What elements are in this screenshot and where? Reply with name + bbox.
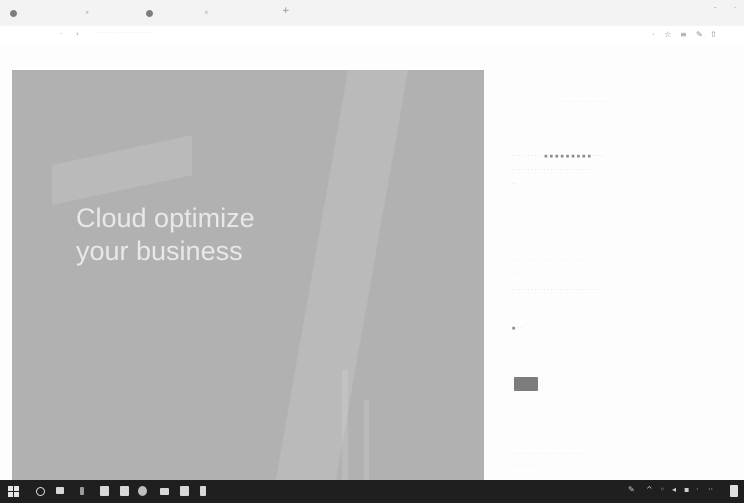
panel-submit-button[interactable] (514, 377, 538, 391)
language-icon[interactable]: · (696, 485, 699, 494)
tray-overflow-icon[interactable]: ^ (646, 485, 653, 494)
browser-icon[interactable] (138, 486, 147, 496)
star-icon[interactable]: ☆ (664, 30, 671, 39)
url-field[interactable]: · · · · · · · · · · · · · · · · · · · (96, 31, 152, 35)
new-tab-button[interactable]: + (282, 6, 290, 16)
panel-paragraph-line-2: · · · · · · · · · · · · · · · · · · · · … (512, 168, 592, 172)
browser-tab-bar: · · · · · · × · · · · · · · · · · · · · … (0, 0, 744, 26)
notification-icon[interactable] (730, 485, 738, 497)
panel-subheading: · · (622, 112, 627, 116)
panel-paragraph-line-1: · · · · · · · · · · ■ ■ ■ ■ ■ ■ ■ ■ ■ · … (512, 154, 605, 158)
forward-icon[interactable]: › (76, 30, 79, 38)
hub-icon[interactable]: ≡ (680, 30, 687, 39)
browser-tab-1[interactable]: · · · · · · × (10, 6, 130, 20)
screenshot: · · · · · · × · · · · · · · · · · · · · … (0, 0, 744, 503)
browser-address-bar: · › · · · · · · · · · · · · · · · · · · … (0, 26, 744, 46)
reading-view-icon[interactable]: · (652, 30, 655, 39)
search-icon[interactable] (36, 487, 45, 496)
hero-title: Cloud optimize your business (76, 202, 336, 268)
panel-field-label-1: · · · · · · · · · · · · · · · · · · · · … (512, 258, 598, 262)
minimize-icon[interactable]: - (714, 4, 717, 12)
tab-title-placeholder: · · · · · · · · · · · · · · (159, 11, 199, 15)
volume-icon[interactable]: ◂ (672, 485, 676, 494)
pen-icon[interactable]: ✎ (628, 485, 635, 494)
network-icon[interactable]: ◦ (660, 485, 665, 494)
store-icon[interactable] (120, 486, 129, 496)
favicon-icon (146, 9, 153, 17)
signup-panel: · · · · · · · · · · · · · · · · · · · · … (496, 70, 732, 480)
back-icon[interactable]: · (60, 30, 62, 38)
hero-banner: Cloud optimize your business (12, 70, 484, 480)
panel-heading: · · · · · · · · · · · · · · · (562, 100, 609, 104)
windows-start-icon[interactable] (8, 486, 19, 497)
panel-option[interactable]: ■ · · (512, 326, 522, 330)
battery-icon[interactable]: ▪ (684, 485, 689, 494)
file-explorer-icon[interactable] (100, 486, 109, 496)
panel-footer-line-2: · · · · · · · (512, 464, 533, 468)
close-icon[interactable]: × (85, 10, 89, 16)
app-icon-2[interactable] (200, 486, 206, 496)
hero-title-line-2: your business (76, 236, 243, 266)
mail-icon[interactable] (160, 488, 169, 495)
favicon-icon (10, 9, 17, 17)
maximize-icon[interactable]: · (734, 4, 736, 12)
close-icon[interactable]: × (204, 10, 208, 16)
task-view-icon[interactable] (56, 487, 64, 494)
notes-icon[interactable]: ✎ (696, 30, 703, 39)
tab-title-placeholder: · · · · · · (23, 11, 39, 15)
windows-taskbar: ✎ ^ ◦ ◂ ▪ · ·· (0, 480, 744, 503)
share-icon[interactable]: ⇧ (710, 30, 717, 39)
panel-paragraph-line-3: · · (512, 182, 517, 186)
panel-field-label-2: · · · (512, 272, 521, 276)
hero-title-line-1: Cloud optimize (76, 203, 255, 233)
panel-footer-line-1: · · · · · · · · · · · · · · · · · · · · … (512, 452, 585, 456)
panel-field-value[interactable]: · · · · · · · · · · · · · · · · · · · · … (512, 288, 597, 292)
edge-icon[interactable] (80, 487, 84, 495)
app-icon[interactable] (180, 486, 189, 496)
clock[interactable]: ·· (708, 485, 713, 494)
